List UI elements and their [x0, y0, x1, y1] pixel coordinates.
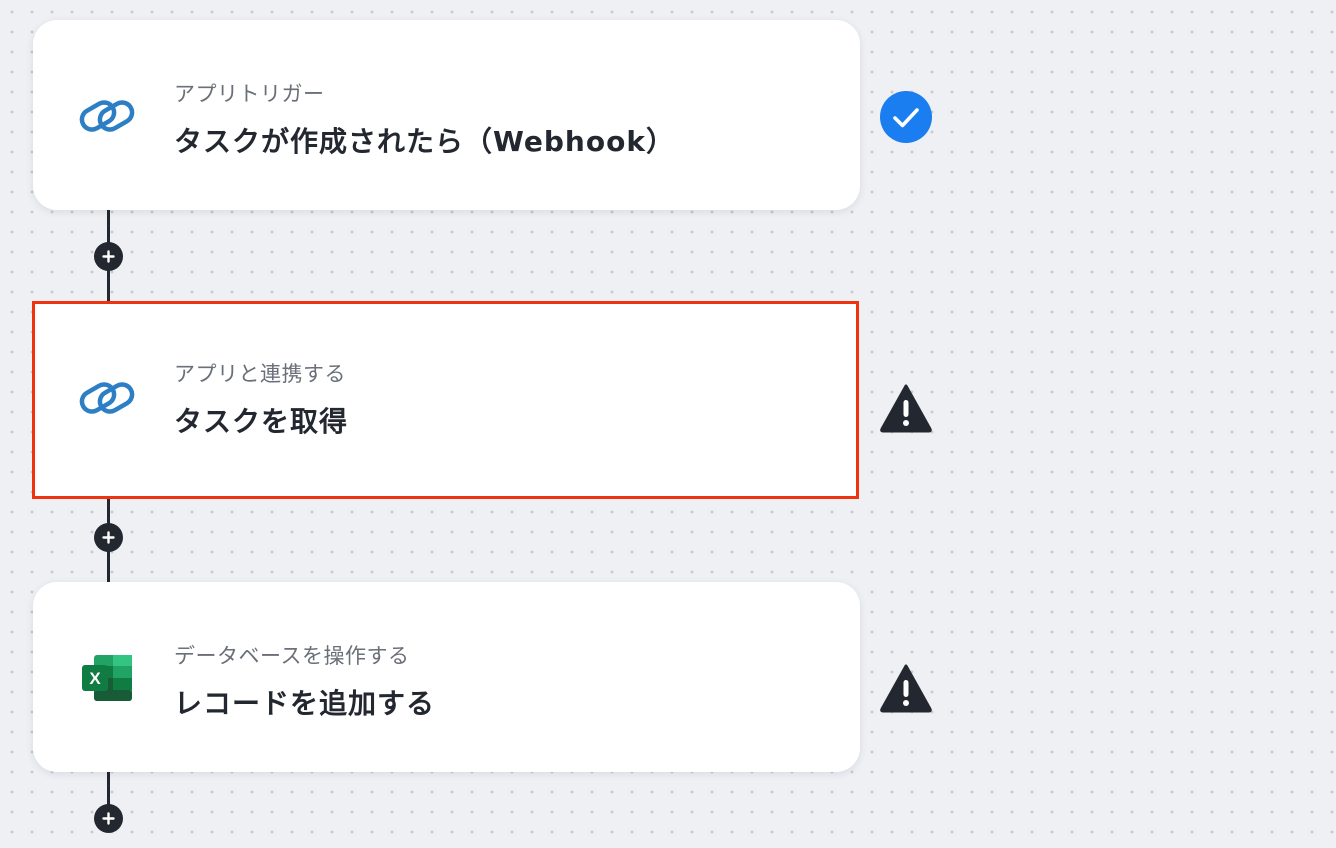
- excel-icon: X: [79, 654, 135, 702]
- plus-icon: [102, 531, 115, 544]
- warning-icon: [879, 661, 933, 715]
- zoho-link-icon: [79, 374, 135, 422]
- step-title: タスクを取得: [174, 405, 349, 438]
- add-step-button[interactable]: [94, 523, 123, 552]
- svg-text:X: X: [89, 669, 101, 688]
- plus-icon: [102, 812, 115, 825]
- flow-step-card-trigger[interactable]: アプリトリガー タスクが作成されたら（Webhook）: [33, 20, 860, 210]
- add-step-button[interactable]: [94, 242, 123, 271]
- add-step-button[interactable]: [94, 804, 123, 833]
- step-type-label: データベースを操作する: [174, 644, 410, 668]
- flow-step-card-get-task[interactable]: アプリと連携する タスクを取得: [32, 301, 859, 499]
- step-title: タスクが作成されたら（Webhook）: [174, 125, 675, 158]
- step-type-label: アプリトリガー: [174, 82, 325, 106]
- zoho-link-icon: [79, 92, 135, 140]
- plus-icon: [102, 250, 115, 263]
- step-type-label: アプリと連携する: [174, 362, 346, 386]
- step-title: レコードを追加する: [174, 687, 436, 720]
- warning-icon: [879, 381, 933, 435]
- flow-step-card-add-record[interactable]: X データベースを操作する レコードを追加する: [33, 582, 860, 772]
- success-check-icon: [879, 90, 933, 144]
